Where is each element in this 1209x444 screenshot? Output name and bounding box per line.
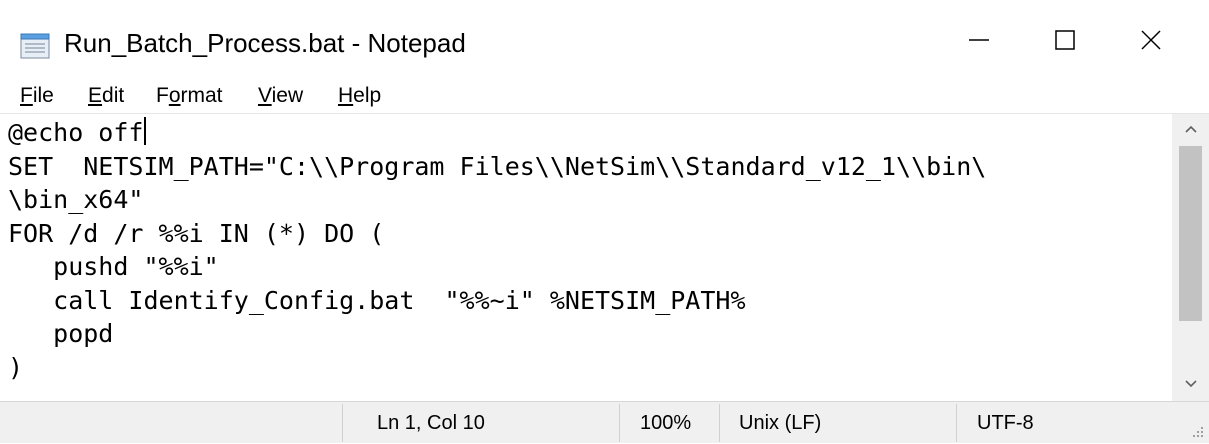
menu-edit[interactable]: Edit	[88, 84, 124, 108]
cursor-position: Ln 1, Col 10	[377, 412, 485, 434]
chevron-up-icon	[1184, 121, 1198, 139]
scroll-up-button[interactable]	[1172, 114, 1209, 146]
notepad-icon	[20, 33, 50, 59]
editor-content[interactable]: @echo off SET NETSIM_PATH="C:\\Program F…	[8, 116, 1168, 384]
text-editor[interactable]: @echo off SET NETSIM_PATH="C:\\Program F…	[0, 113, 1209, 404]
status-divider	[342, 404, 343, 442]
status-divider	[619, 404, 620, 442]
maximize-icon	[1054, 29, 1076, 56]
status-bar: Ln 1, Col 10 100% Unix (LF) UTF-8	[0, 401, 1209, 443]
status-divider	[956, 404, 957, 442]
menu-help[interactable]: Help	[338, 84, 381, 108]
text-caret	[144, 117, 147, 145]
menu-view[interactable]: View	[258, 84, 303, 108]
close-icon	[1140, 29, 1162, 56]
chevron-down-icon	[1184, 376, 1198, 394]
zoom-level: 100%	[640, 412, 692, 434]
resize-grip-icon[interactable]	[1191, 425, 1205, 439]
menu-format[interactable]: Format	[156, 84, 223, 108]
status-divider	[719, 404, 720, 442]
line-ending: Unix (LF)	[739, 412, 822, 434]
close-button[interactable]	[1093, 0, 1209, 84]
scroll-thumb[interactable]	[1179, 146, 1202, 321]
encoding: UTF-8	[977, 412, 1034, 434]
title-bar[interactable]: Run_Batch_Process.bat - Notepad	[0, 0, 1209, 84]
notepad-window: Run_Batch_Process.bat - Notepad File Edi…	[0, 0, 1209, 443]
editor-remaining-lines: SET NETSIM_PATH="C:\\Program Files\\NetS…	[8, 151, 987, 382]
editor-line-1: @echo off	[8, 118, 144, 147]
minimize-icon	[968, 29, 990, 56]
scroll-down-button[interactable]	[1172, 369, 1209, 401]
menu-file[interactable]: File	[20, 84, 54, 108]
vertical-scrollbar[interactable]	[1172, 114, 1209, 401]
menu-bar: File Edit Format View Help	[0, 78, 1209, 118]
window-title: Run_Batch_Process.bat - Notepad	[64, 28, 466, 58]
